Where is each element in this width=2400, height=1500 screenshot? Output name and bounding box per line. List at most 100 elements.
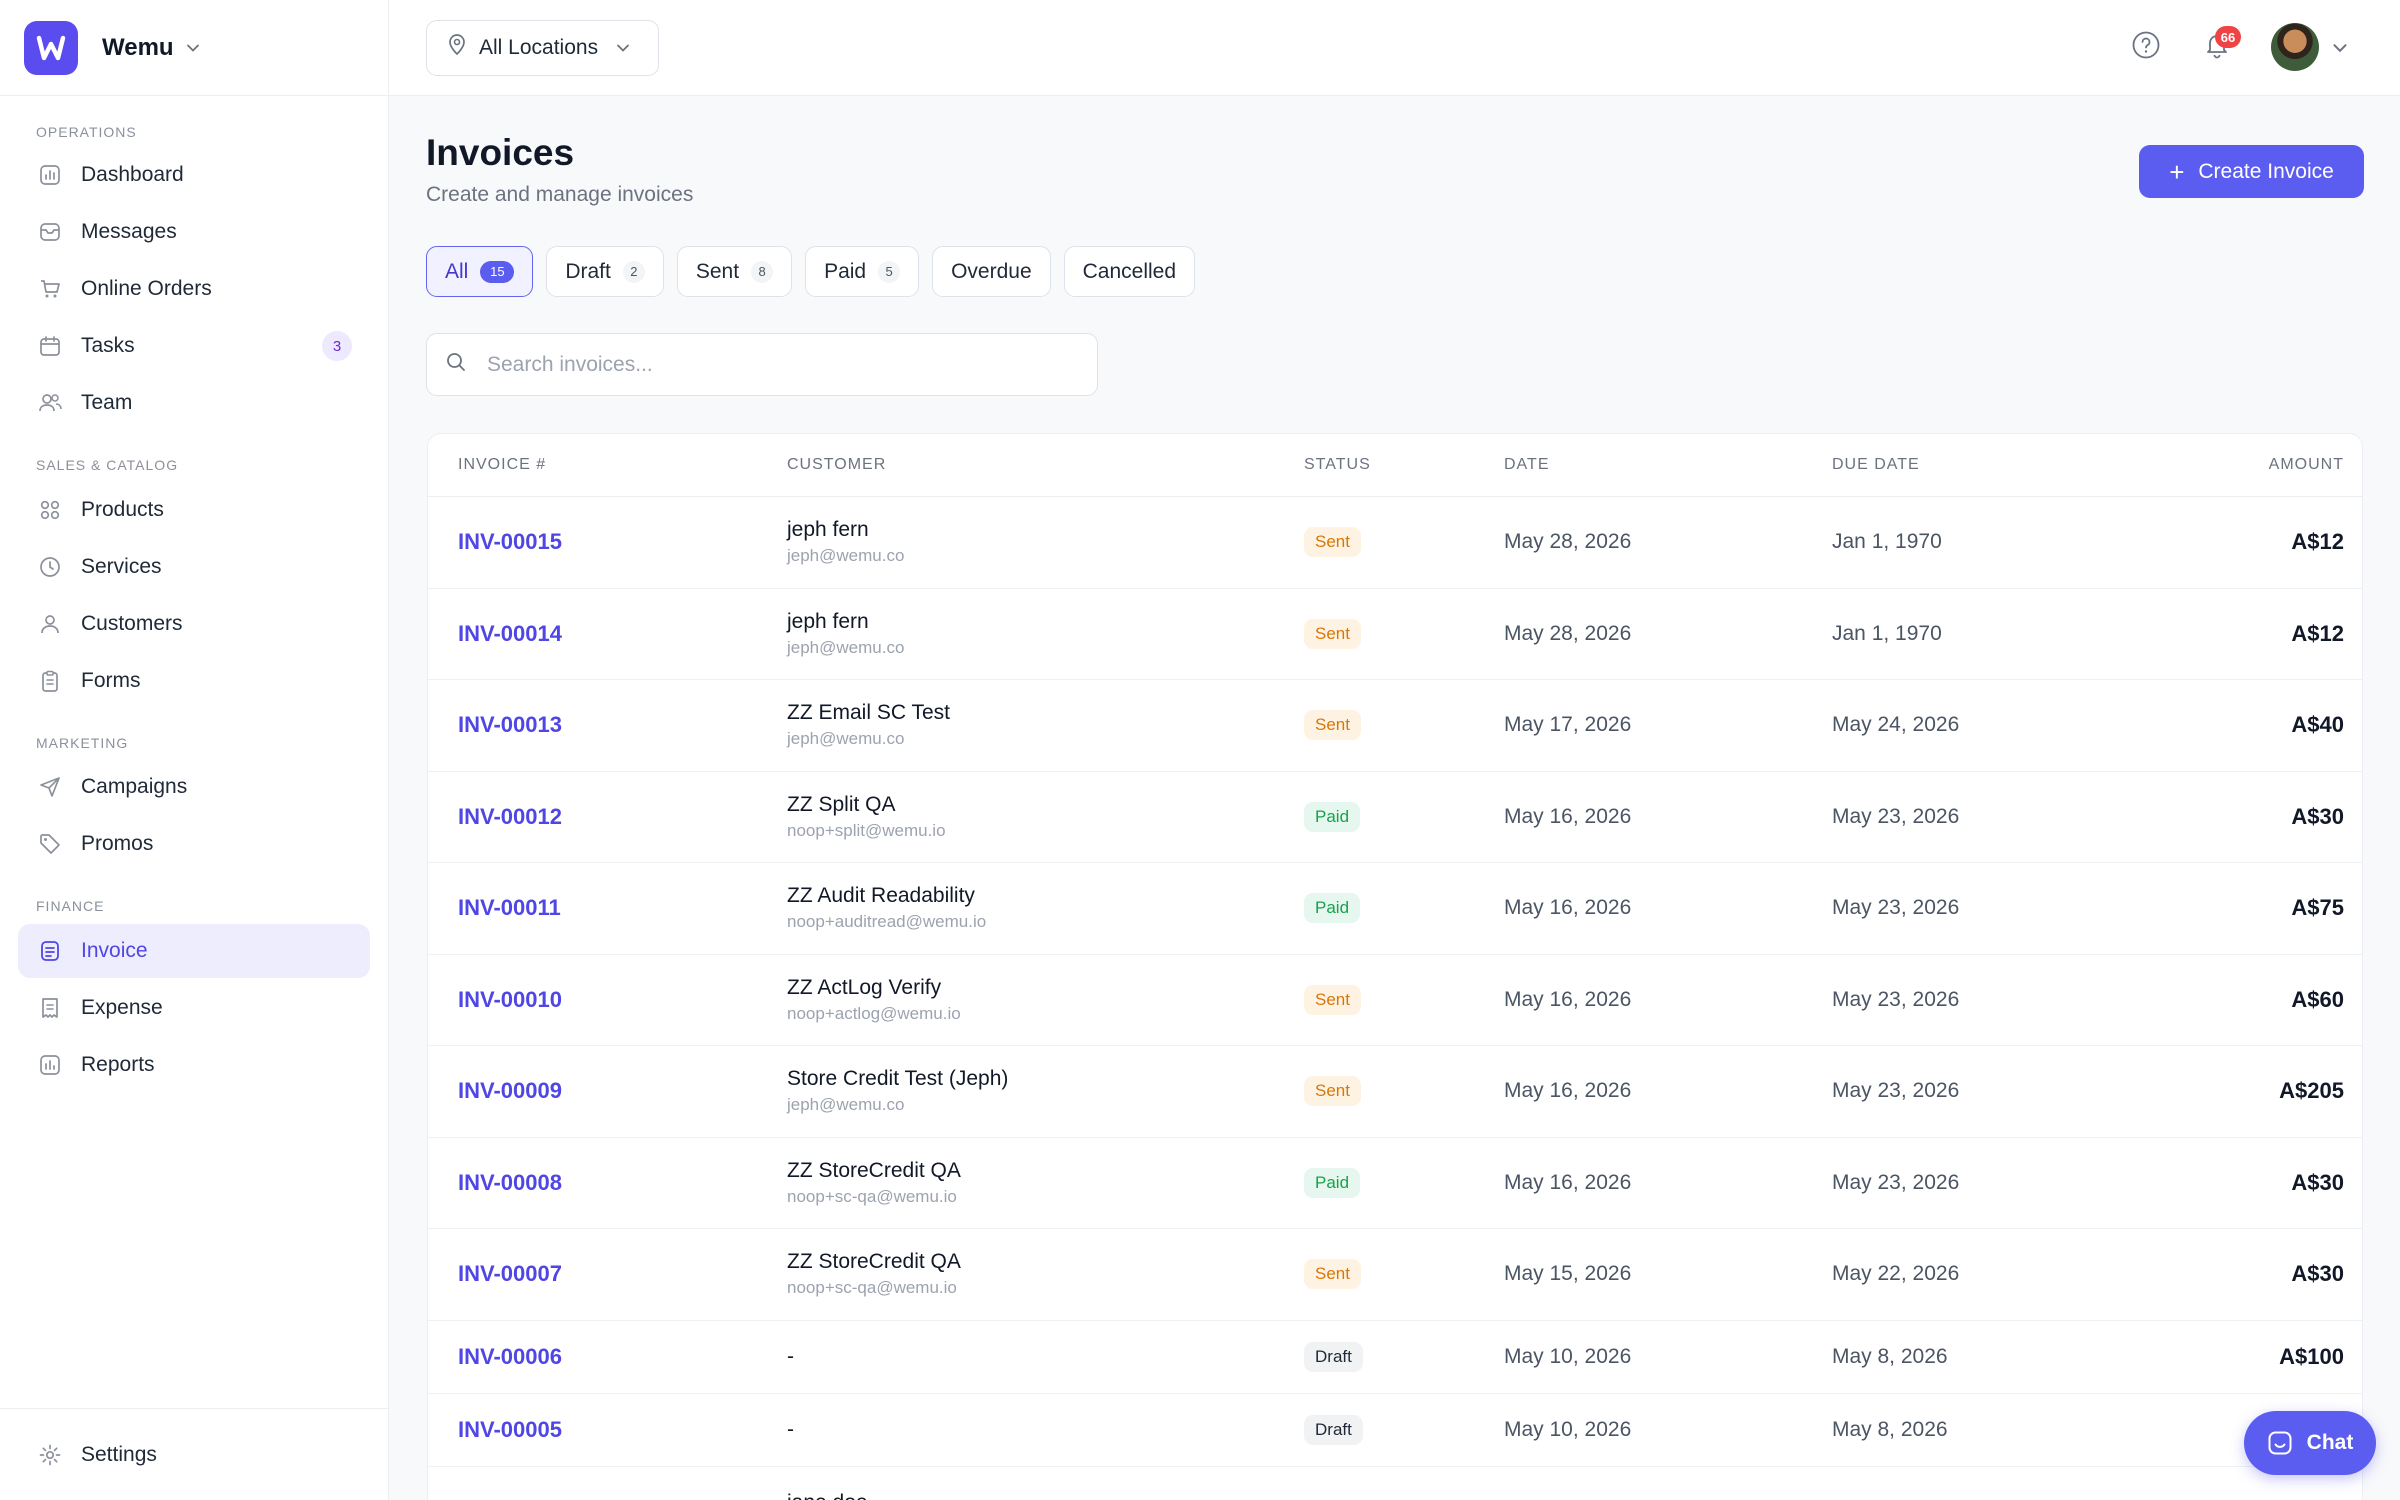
- invoice-amount: A$12: [2291, 529, 2344, 555]
- invoice-due-date: May 8, 2026: [1832, 1417, 1948, 1441]
- invoice-due-date: May 8, 2026: [1832, 1344, 1948, 1368]
- invoice-number-link[interactable]: INV-00014: [458, 621, 562, 647]
- tab-overdue[interactable]: Overdue: [932, 246, 1051, 297]
- customer-cell: ZZ StoreCredit QA noop+sc-qa@wemu.io: [787, 1250, 961, 1298]
- invoice-number-link[interactable]: INV-00012: [458, 804, 562, 830]
- status-badge: Paid: [1304, 801, 1361, 832]
- table-row[interactable]: INV-00015 jeph fern jeph@wemu.co Sent May 28…: [428, 497, 2362, 589]
- sidebar-item-promos[interactable]: Promos: [18, 817, 370, 871]
- invoice-number-link[interactable]: INV-00008: [458, 1170, 562, 1196]
- customer-email: noop+sc-qa@wemu.io: [787, 1186, 957, 1206]
- send-icon: [36, 773, 64, 801]
- status-cell: Sent: [1304, 618, 1361, 649]
- chevron-down-icon: [614, 39, 632, 57]
- tab-cancelled[interactable]: Cancelled: [1063, 246, 1196, 297]
- table-row[interactable]: INV-00010 ZZ ActLog Verify noop+actlog@wem…: [428, 955, 2362, 1046]
- invoice-amount: A$60: [2291, 986, 2344, 1012]
- status-badge: Sent: [1304, 710, 1361, 741]
- tab-paid[interactable]: Paid 5: [805, 246, 920, 297]
- column-header-amount[interactable]: AMOUNT: [2269, 456, 2344, 474]
- table-row[interactable]: INV-00012 ZZ Split QA noop+split@wemu.io Pa…: [428, 772, 2362, 863]
- sidebar-item-label: Forms: [81, 669, 141, 692]
- invoice-number-link[interactable]: INV-00007: [458, 1261, 562, 1287]
- customer-cell: jeph fern jeph@wemu.co: [787, 610, 904, 658]
- table-row[interactable]: INV-00005 - Draft May 10, 2026 May 8, 2026: [428, 1394, 2362, 1467]
- sidebar-item-messages[interactable]: Messages: [18, 205, 370, 259]
- customer-email: noop+actlog@wemu.io: [787, 1003, 961, 1023]
- tab-all[interactable]: All 15: [426, 246, 534, 297]
- sidebar-footer: Settings: [0, 1408, 389, 1500]
- sidebar-item-settings[interactable]: Settings: [18, 1428, 370, 1482]
- table-row[interactable]: INV-00006 - Draft May 10, 2026 May 8, 2026 A$…: [428, 1321, 2362, 1394]
- brand-switcher[interactable]: Wemu: [0, 0, 388, 96]
- status-badge: Draft: [1304, 1414, 1363, 1445]
- sidebar-item-online-orders[interactable]: Online Orders: [18, 262, 370, 316]
- sidebar-item-invoice[interactable]: Invoice: [18, 924, 370, 978]
- invoice-amount: A$30: [2291, 803, 2344, 829]
- page-title: Invoices: [426, 132, 575, 173]
- invoice-amount: A$205: [2279, 1078, 2344, 1104]
- table-row[interactable]: INV-00014 jeph fern jeph@wemu.co Sent May 28…: [428, 589, 2362, 680]
- chat-label: Chat: [2306, 1431, 2354, 1454]
- sidebar-item-expense[interactable]: Expense: [18, 981, 370, 1035]
- invoice-amount: A$40: [2291, 712, 2344, 738]
- invoice-number-link[interactable]: INV-00006: [458, 1344, 562, 1370]
- sidebar-item-forms[interactable]: Forms: [18, 654, 370, 708]
- customer-email: noop+split@wemu.io: [787, 820, 946, 840]
- invoice-number-link[interactable]: INV-00011: [458, 895, 561, 921]
- sidebar-item-reports[interactable]: Reports: [18, 1038, 370, 1092]
- location-select[interactable]: All Locations: [426, 20, 659, 76]
- customer-name: jeph fern: [787, 518, 869, 542]
- table-row[interactable]: INV-00007 ZZ StoreCredit QA noop+sc-qa@wem…: [428, 1229, 2362, 1321]
- column-header-invoice[interactable]: INVOICE #: [458, 456, 546, 474]
- sidebar-item-dashboard[interactable]: Dashboard: [18, 148, 370, 202]
- sidebar-item-label: Messages: [81, 220, 177, 243]
- gear-icon: [36, 1441, 64, 1469]
- sidebar-item-products[interactable]: Products: [18, 483, 370, 537]
- column-header-status[interactable]: STATUS: [1304, 456, 1371, 474]
- invoice-number-link[interactable]: INV-00010: [458, 987, 562, 1013]
- sidebar-item-services[interactable]: Services: [18, 540, 370, 594]
- column-header-date[interactable]: DATE: [1504, 456, 1549, 474]
- sidebar-item-tasks[interactable]: Tasks 3: [18, 319, 370, 373]
- table-row[interactable]: INV-00011 ZZ Audit Readability noop+auditr…: [428, 863, 2362, 955]
- create-invoice-button[interactable]: + Create Invoice: [2139, 145, 2364, 198]
- invoice-amount: A$30: [2291, 1169, 2344, 1195]
- invoice-date: May 16, 2026: [1504, 1170, 1632, 1194]
- chat-icon: [2267, 1430, 2293, 1456]
- search-input[interactable]: Search invoices...: [426, 333, 1098, 396]
- sidebar-item-label: Products: [81, 498, 164, 521]
- customer-name: ZZ StoreCredit QA: [787, 1250, 961, 1274]
- sidebar-item-customers[interactable]: Customers: [18, 597, 370, 651]
- invoice-due-date: May 23, 2026: [1832, 1170, 1960, 1194]
- sidebar-item-team[interactable]: Team: [18, 376, 370, 430]
- sidebar-item-campaigns[interactable]: Campaigns: [18, 760, 370, 814]
- sidebar-item-label: Invoice: [81, 939, 148, 962]
- chevron-down-icon[interactable]: [2330, 38, 2350, 63]
- tab-draft[interactable]: Draft 2: [546, 246, 664, 297]
- invoice-due-date: May 23, 2026: [1832, 804, 1960, 828]
- avatar[interactable]: [2271, 23, 2319, 71]
- column-header-customer[interactable]: CUSTOMER: [787, 456, 886, 474]
- table-row[interactable]: INV-00008 ZZ StoreCredit QA noop+sc-qa@wem…: [428, 1138, 2362, 1229]
- table-header: INVOICE # CUSTOMER STATUS DATE DUE DATE …: [428, 434, 2362, 497]
- tab-sent[interactable]: Sent 8: [676, 246, 793, 297]
- invoice-date: May 17, 2026: [1504, 713, 1632, 737]
- invoice-number-link[interactable]: INV-00015: [458, 529, 562, 555]
- table-row[interactable]: INV-00009 Store Credit Test (Jeph) jeph@we…: [428, 1046, 2362, 1138]
- map-pin-icon: [447, 34, 467, 62]
- user-icon: [36, 610, 64, 638]
- customer-name: Store Credit Test (Jeph): [787, 1067, 1009, 1091]
- table-row[interactable]: jane doe: [428, 1467, 2362, 1500]
- help-icon[interactable]: [2131, 30, 2161, 65]
- table-body: INV-00015 jeph fern jeph@wemu.co Sent May 28…: [428, 497, 2362, 1500]
- invoice-date: May 15, 2026: [1504, 1262, 1632, 1286]
- invoice-number-link[interactable]: INV-00009: [458, 1078, 562, 1104]
- invoice-number-link[interactable]: INV-00013: [458, 712, 562, 738]
- invoice-number-link[interactable]: INV-00005: [458, 1417, 562, 1443]
- table-row[interactable]: INV-00013 ZZ Email SC Test jeph@wemu.co Sen…: [428, 680, 2362, 772]
- column-header-due-date[interactable]: DUE DATE: [1832, 456, 1920, 474]
- status-badge: Paid: [1304, 893, 1361, 924]
- chat-button[interactable]: Chat: [2244, 1411, 2376, 1475]
- location-select-label: All Locations: [479, 36, 599, 59]
